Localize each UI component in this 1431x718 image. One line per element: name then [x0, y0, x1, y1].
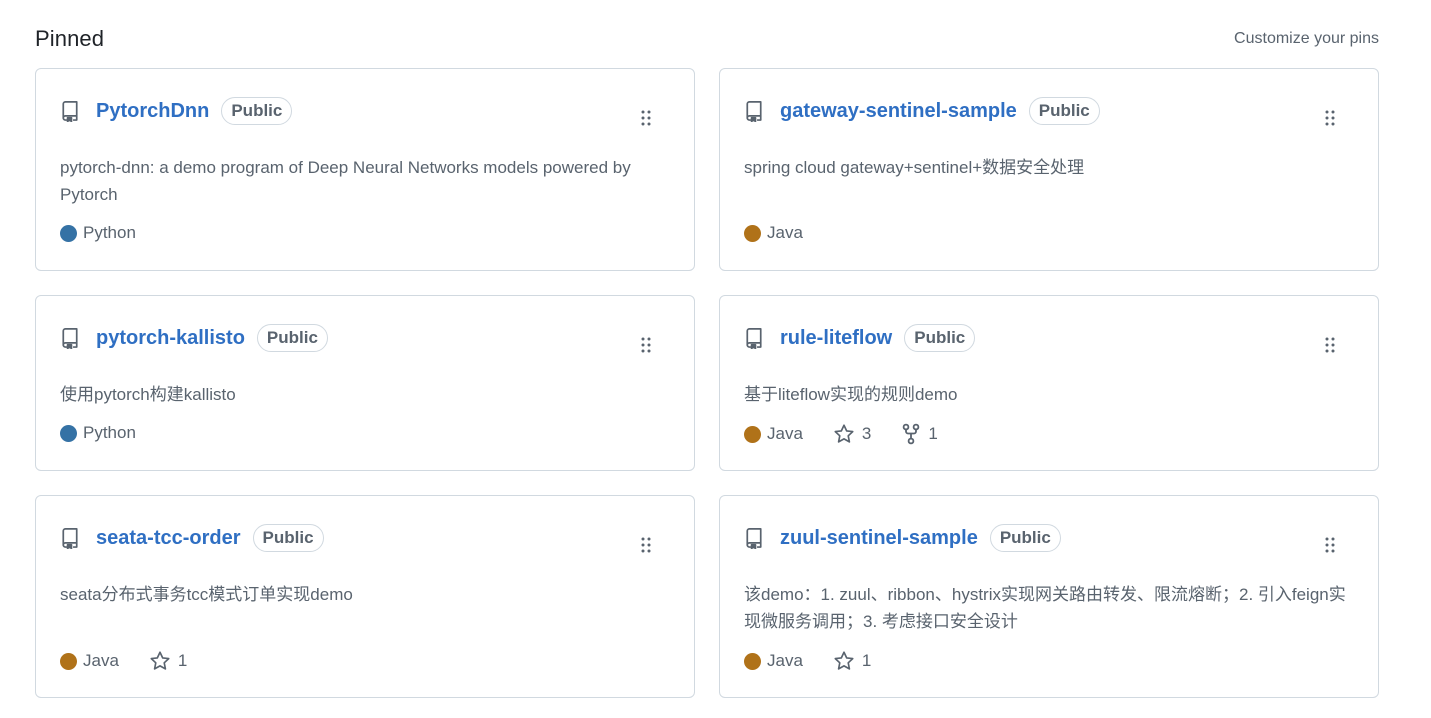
repo-description: 使用pytorch构建kallisto: [60, 385, 236, 404]
repo-header: pytorch-kallisto Public: [60, 323, 328, 353]
language-color-dot: [744, 425, 761, 443]
language-color-dot: [60, 224, 77, 242]
drag-grip-icon[interactable]: [1324, 536, 1336, 554]
visibility-badge: Public: [221, 97, 293, 125]
language: Java: [744, 424, 803, 444]
customize-pins-link[interactable]: Customize your pins: [1234, 30, 1379, 48]
language-color-dot: [60, 652, 77, 670]
repo-meta: Python: [60, 223, 166, 243]
repo-meta: Java 3 1: [744, 423, 968, 445]
repo-name-link[interactable]: gateway-sentinel-sample: [780, 100, 1017, 123]
language: Python: [60, 423, 136, 443]
star-icon: [833, 423, 862, 445]
pinned-repo-card: seata-tcc-order Public seata分布式事务tcc模式订单实现…: [35, 495, 695, 698]
drag-grip-icon[interactable]: [640, 536, 652, 554]
repo-meta: Java 1: [60, 650, 217, 672]
language-color-dot: [744, 224, 761, 242]
stargazers-link[interactable]: 1: [833, 650, 871, 672]
repo-name-link[interactable]: PytorchDnn: [96, 100, 209, 123]
language-label: Python: [83, 423, 136, 442]
fork-count: 1: [928, 424, 938, 443]
repo-icon: [60, 526, 82, 550]
fork-icon: [901, 423, 928, 445]
repo-description: 该demo：1. zuul、ribbon、hystrix实现网关路由转发、限流熔…: [744, 585, 1346, 631]
visibility-badge: Public: [989, 524, 1061, 552]
repo-header: rule-liteflow Public: [744, 323, 976, 353]
visibility-badge: Public: [904, 324, 976, 352]
repo-name-link[interactable]: zuul-sentinel-sample: [780, 527, 978, 550]
star-count: 1: [861, 651, 872, 670]
repo-name-link[interactable]: pytorch-kallisto: [96, 327, 245, 350]
forks-link[interactable]: 1: [901, 423, 938, 445]
star-count: 3: [861, 424, 872, 443]
repo-description: spring cloud gateway+sentinel+数据安全处理: [744, 158, 1085, 177]
repo-icon: [744, 99, 766, 123]
star-icon: [833, 650, 862, 672]
visibility-badge: Public: [1028, 97, 1100, 125]
drag-grip-icon[interactable]: [1324, 109, 1336, 127]
stargazers-link[interactable]: 3: [833, 423, 871, 445]
repo-icon: [744, 326, 766, 350]
language: Java: [744, 223, 803, 243]
language: Java: [744, 651, 803, 671]
star-icon: [149, 650, 178, 672]
repo-header: gateway-sentinel-sample Public: [744, 96, 1100, 126]
language-label: Java: [83, 651, 119, 670]
drag-grip-icon[interactable]: [1324, 336, 1336, 354]
language: Python: [60, 223, 136, 243]
repo-name-link[interactable]: seata-tcc-order: [96, 527, 241, 550]
repo-meta: Java 1: [744, 650, 901, 672]
repo-icon: [60, 99, 82, 123]
language-color-dot: [744, 652, 761, 670]
repo-icon: [744, 526, 766, 550]
pinned-repo-card: PytorchDnn Public pytorch-dnn: a demo prog…: [35, 68, 695, 271]
repo-icon: [60, 326, 82, 350]
star-count: 1: [177, 651, 188, 670]
drag-grip-icon[interactable]: [640, 109, 652, 127]
repo-header: seata-tcc-order Public: [60, 523, 324, 553]
pinned-section: Pinned Customize your pins PytorchDnn Pub…: [0, 0, 1431, 718]
pinned-repo-card: pytorch-kallisto Public 使用pytorch构建kallist…: [35, 295, 695, 471]
language-label: Python: [83, 223, 136, 242]
pinned-repo-card: rule-liteflow Public 基于liteflow实现的规则demo Ja…: [719, 295, 1379, 471]
repo-meta: Java: [744, 223, 833, 243]
pinned-repo-card: zuul-sentinel-sample Public 该demo：1. zuul、…: [719, 495, 1379, 698]
repo-description: seata分布式事务tcc模式订单实现demo: [60, 585, 353, 604]
repo-description: 基于liteflow实现的规则demo: [744, 385, 958, 404]
language-label: Java: [767, 651, 803, 670]
stargazers-link[interactable]: 1: [149, 650, 187, 672]
visibility-badge: Public: [256, 324, 328, 352]
drag-grip-icon[interactable]: [640, 336, 652, 354]
language-label: Java: [767, 424, 803, 443]
repo-header: PytorchDnn Public: [60, 96, 293, 126]
pinned-repo-card: gateway-sentinel-sample Public spring clou…: [719, 68, 1379, 271]
language: Java: [60, 651, 119, 671]
repo-header: zuul-sentinel-sample Public: [744, 523, 1061, 553]
repo-meta: Python: [60, 423, 166, 443]
language-label: Java: [767, 223, 803, 242]
language-color-dot: [60, 424, 77, 442]
repo-name-link[interactable]: rule-liteflow: [780, 327, 892, 350]
section-title: Pinned: [35, 26, 105, 51]
visibility-badge: Public: [252, 524, 324, 552]
repo-description: pytorch-dnn: a demo program of Deep Neur…: [60, 158, 631, 204]
